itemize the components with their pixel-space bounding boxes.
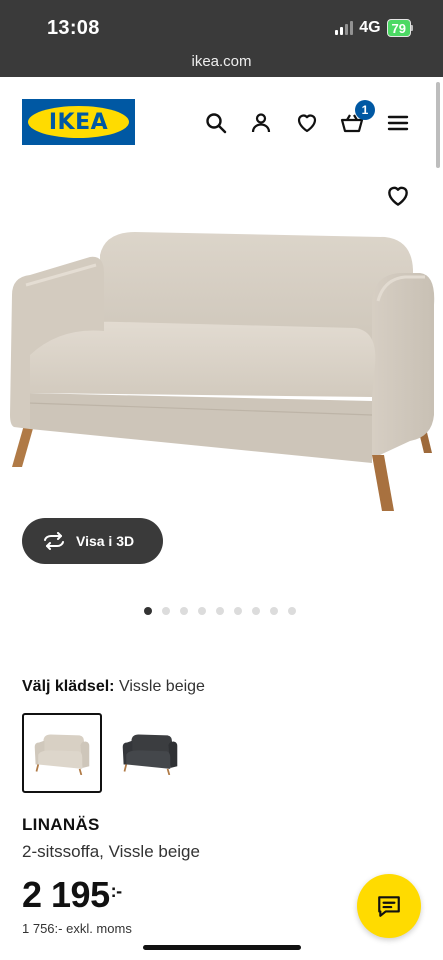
chat-icon <box>378 896 400 917</box>
url-bar[interactable]: ikea.com <box>0 53 443 70</box>
status-indicators: 4G 79 <box>335 19 413 37</box>
add-to-favorites-icon[interactable] <box>385 183 411 209</box>
cart-count-badge: 1 <box>355 100 375 120</box>
price-excl-vat: 1 756:- exkl. moms <box>22 921 132 936</box>
pagination-dot[interactable] <box>216 607 224 615</box>
variant-label-row: Välj klädsel: Vissle beige <box>22 678 205 696</box>
pagination-dot[interactable] <box>270 607 278 615</box>
user-icon[interactable] <box>248 110 274 136</box>
pagination-dot[interactable] <box>144 607 152 615</box>
battery-level: 79 <box>386 19 411 37</box>
price-value: 2 195 <box>22 874 110 915</box>
chat-button[interactable] <box>357 874 421 938</box>
browser-top-bar: 13:08 4G 79 ikea.com <box>0 0 443 77</box>
signal-icon <box>335 21 354 35</box>
home-indicator[interactable] <box>143 945 301 950</box>
variant-label: Välj klädsel: <box>22 678 115 695</box>
variant-swatch-dark-grey[interactable] <box>110 713 190 793</box>
price-suffix: :- <box>110 881 123 901</box>
pagination-dot[interactable] <box>288 607 296 615</box>
rotate-3d-icon <box>44 532 64 550</box>
pagination-dot[interactable] <box>198 607 206 615</box>
pagination-dot[interactable] <box>252 607 260 615</box>
site-header: IKEA <box>0 77 443 167</box>
view-in-3d-button[interactable]: Visa i 3D <box>22 518 163 564</box>
pagination-dot[interactable] <box>162 607 170 615</box>
status-time: 13:08 <box>47 17 100 39</box>
variant-swatch-beige[interactable] <box>22 713 102 793</box>
product-price: 2 195:- <box>22 874 122 916</box>
network-type: 4G <box>359 19 381 36</box>
product-name: LINANÄS <box>22 815 100 834</box>
ikea-logo[interactable]: IKEA <box>22 99 135 145</box>
gallery-pagination[interactable] <box>144 607 296 615</box>
view-in-3d-label: Visa i 3D <box>76 533 135 549</box>
logo-text: IKEA <box>48 109 109 135</box>
product-description: 2-sitssoffa, Vissle beige <box>22 842 200 861</box>
product-image[interactable] <box>0 215 443 515</box>
heart-icon[interactable] <box>294 110 320 136</box>
search-icon[interactable] <box>203 110 229 136</box>
menu-icon[interactable] <box>385 110 411 136</box>
pagination-dot[interactable] <box>180 607 188 615</box>
pagination-dot[interactable] <box>234 607 242 615</box>
variant-value: Vissle beige <box>118 678 205 695</box>
battery-icon: 79 <box>386 19 413 37</box>
